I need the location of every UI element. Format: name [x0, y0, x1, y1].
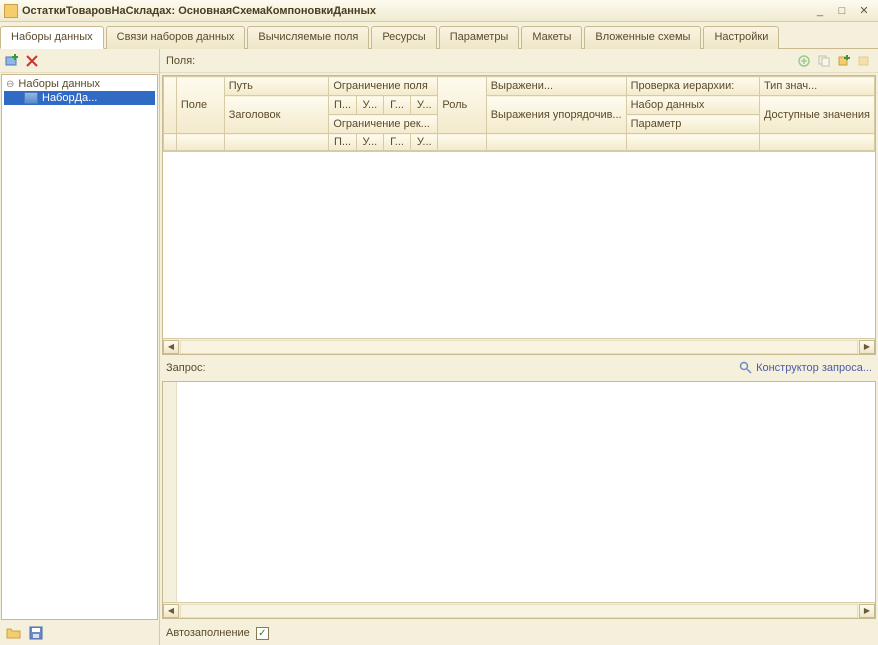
autofill-label: Автозаполнение — [166, 627, 250, 639]
dataset-tree[interactable]: Наборы данных НаборДа... — [1, 74, 158, 620]
col-role[interactable]: Роль — [438, 77, 486, 134]
tree-root[interactable]: Наборы данных — [4, 77, 155, 91]
copy-field-icon — [816, 53, 832, 69]
delete-field-icon — [856, 53, 872, 69]
qscroll-left-icon[interactable]: ◀ — [163, 604, 179, 618]
tab-calculated-fields[interactable]: Вычисляемые поля — [247, 26, 369, 49]
tab-nested-schemas[interactable]: Вложенные схемы — [584, 26, 701, 49]
grid-header: Поле Путь Ограничение поля Роль Выражени… — [163, 76, 875, 152]
query-bar: Запрос: Конструктор запроса... — [160, 357, 878, 379]
col-u1[interactable]: У... — [356, 96, 383, 115]
tab-dataset-links[interactable]: Связи наборов данных — [106, 26, 246, 49]
query-area: ◀ ▶ — [162, 381, 876, 619]
window-title: ОстаткиТоваровНаСкладах: ОсновнаяСхемаКо… — [22, 5, 810, 17]
col-available[interactable]: Доступные значения — [759, 96, 874, 134]
titlebar: ОстаткиТоваровНаСкладах: ОсновнаяСхемаКо… — [0, 0, 878, 22]
grid-body[interactable] — [163, 152, 875, 338]
tree-toolbar — [0, 49, 159, 73]
tab-settings[interactable]: Настройки — [703, 26, 779, 49]
col-u4[interactable]: У... — [411, 134, 438, 151]
qscroll-right-icon[interactable]: ▶ — [859, 604, 875, 618]
scroll-right-icon[interactable]: ▶ — [859, 340, 875, 354]
tab-bar: Наборы данных Связи наборов данных Вычис… — [0, 22, 878, 49]
delete-dataset-icon[interactable] — [24, 53, 40, 69]
col-value-type[interactable]: Тип знач... — [759, 77, 874, 96]
col-expression[interactable]: Выражени... — [486, 77, 626, 96]
fields-label: Поля: — [166, 55, 195, 67]
tab-resources[interactable]: Ресурсы — [371, 26, 436, 49]
qscroll-track[interactable] — [180, 604, 858, 618]
open-folder-icon[interactable] — [6, 625, 22, 641]
window-controls: _ □ ✕ — [810, 3, 874, 19]
col-restriction-field[interactable]: Ограничение поля — [329, 77, 438, 96]
col-path[interactable]: Путь — [224, 77, 329, 96]
fields-grid[interactable]: Поле Путь Ограничение поля Роль Выражени… — [162, 75, 876, 355]
save-icon[interactable] — [28, 625, 44, 641]
left-bottom-toolbar — [0, 621, 159, 645]
query-ruler — [163, 382, 177, 602]
col-ordering[interactable]: Выражения упорядочив... — [486, 96, 626, 134]
col-field[interactable]: Поле — [176, 77, 224, 134]
col-g2[interactable]: Г... — [383, 134, 410, 151]
col-restriction-rec[interactable]: Ограничение рек... — [329, 115, 438, 134]
col-dataset[interactable]: Набор данных — [626, 96, 759, 115]
query-hscroll[interactable]: ◀ ▶ — [163, 602, 875, 618]
close-button[interactable]: ✕ — [854, 3, 874, 19]
dataset-icon — [24, 92, 38, 104]
col-parameter[interactable]: Параметр — [626, 115, 759, 134]
tab-datasets[interactable]: Наборы данных — [0, 26, 104, 49]
tree-root-label: Наборы данных — [18, 78, 100, 90]
scroll-left-icon[interactable]: ◀ — [163, 340, 179, 354]
add-field-icon — [796, 53, 812, 69]
tab-templates[interactable]: Макеты — [521, 26, 582, 49]
col-u2[interactable]: У... — [411, 96, 438, 115]
right-panel: Поля: Поле — [160, 49, 878, 645]
query-text[interactable] — [177, 382, 875, 602]
fields-toolbar — [796, 53, 872, 69]
tree-child-selected[interactable]: НаборДа... — [4, 91, 155, 105]
grid-hscroll[interactable]: ◀ ▶ — [163, 338, 875, 354]
content: Наборы данных НаборДа... Поля: — [0, 49, 878, 645]
scroll-track[interactable] — [180, 340, 858, 354]
fields-bar: Поля: — [160, 49, 878, 73]
autofill-checkbox[interactable] — [256, 627, 269, 640]
tree-child-label: НаборДа... — [42, 92, 97, 104]
minimize-button[interactable]: _ — [810, 3, 830, 19]
col-hierarchy[interactable]: Проверка иерархии: — [626, 77, 759, 96]
tab-parameters[interactable]: Параметры — [439, 26, 520, 49]
query-body — [163, 382, 875, 602]
add-dataset-icon[interactable] — [4, 53, 20, 69]
col-g1[interactable]: Г... — [383, 96, 410, 115]
left-panel: Наборы данных НаборДа... — [0, 49, 160, 645]
col-u3[interactable]: У... — [356, 134, 383, 151]
col-p2[interactable]: П... — [329, 134, 356, 151]
query-label: Запрос: — [166, 362, 206, 374]
autofill-bar: Автозаполнение — [160, 621, 878, 645]
query-designer-label: Конструктор запроса... — [756, 362, 872, 374]
col-header[interactable]: Заголовок — [224, 96, 329, 134]
magnifier-icon — [739, 361, 753, 375]
query-designer-link[interactable]: Конструктор запроса... — [739, 361, 872, 375]
maximize-button[interactable]: □ — [832, 3, 852, 19]
app-icon — [4, 4, 18, 18]
add-group-icon[interactable] — [836, 53, 852, 69]
col-p1[interactable]: П... — [329, 96, 356, 115]
